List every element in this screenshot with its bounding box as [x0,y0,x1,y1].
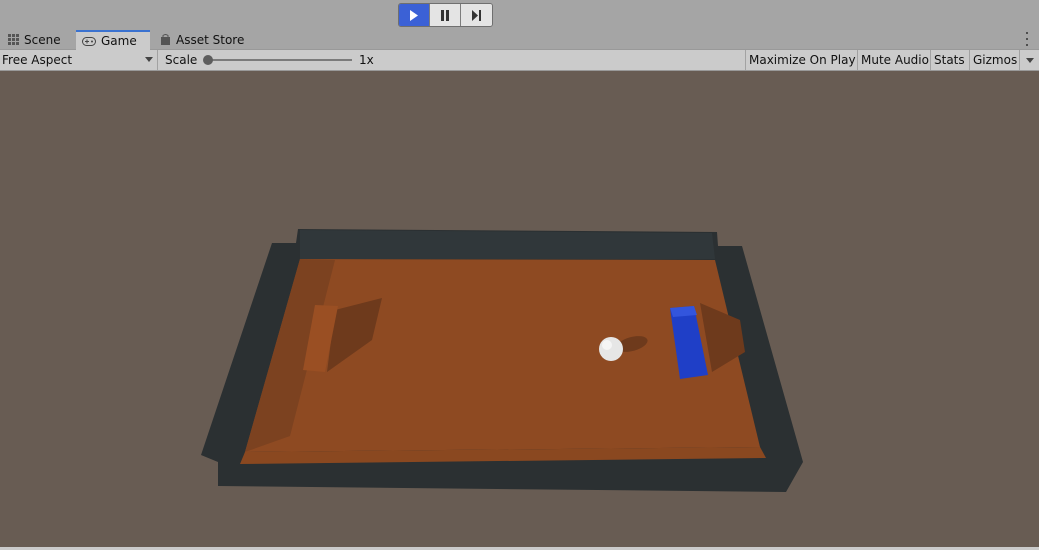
tab-game-label: Game [101,34,137,48]
chevron-down-icon [145,57,153,62]
bag-icon [160,34,171,45]
game-scene [201,229,803,492]
tab-asset-store[interactable]: Asset Store [154,30,250,49]
scale-value: 1x [359,53,374,67]
game-viewport[interactable] [0,71,1039,547]
stats-button[interactable]: Stats [930,50,968,70]
ball [599,337,623,361]
gizmos-button[interactable]: Gizmos [969,50,1020,70]
gamepad-icon [82,36,96,46]
table-far-wall [300,230,715,259]
playback-controls [398,3,493,27]
gizmos-label: Gizmos [973,53,1018,67]
maximize-on-play-button[interactable]: Maximize On Play [745,50,859,70]
pause-button[interactable] [430,4,461,26]
step-icon [472,9,481,21]
tab-asset-store-label: Asset Store [176,32,245,47]
stats-label: Stats [934,53,965,67]
chevron-down-icon [1025,57,1034,63]
step-button[interactable] [461,4,492,26]
gizmos-dropdown[interactable] [1019,50,1039,70]
play-icon [410,9,418,21]
scale-slider-track[interactable] [206,59,352,61]
grid-icon [8,34,19,45]
maximize-on-play-label: Maximize On Play [749,53,856,67]
tab-bar: Scene Game Asset Store [0,30,1039,50]
scale-slider-thumb[interactable] [203,55,213,65]
play-button[interactable] [399,4,430,26]
more-options-icon[interactable] [1025,32,1029,46]
mute-audio-label: Mute Audio [861,53,929,67]
tab-scene-label: Scene [24,32,61,47]
aspect-label: Free Aspect [2,53,73,67]
pause-icon [441,9,449,21]
tab-game[interactable]: Game [76,30,150,50]
tab-scene[interactable]: Scene [2,30,67,49]
top-toolbar [0,0,1039,30]
aspect-dropdown[interactable]: Free Aspect [0,50,158,70]
ball-highlight [602,340,612,350]
mute-audio-button[interactable]: Mute Audio [857,50,932,70]
game-view-controls: Free Aspect Scale 1x Maximize On Play Mu… [0,50,1039,71]
scale-label: Scale [165,53,198,67]
